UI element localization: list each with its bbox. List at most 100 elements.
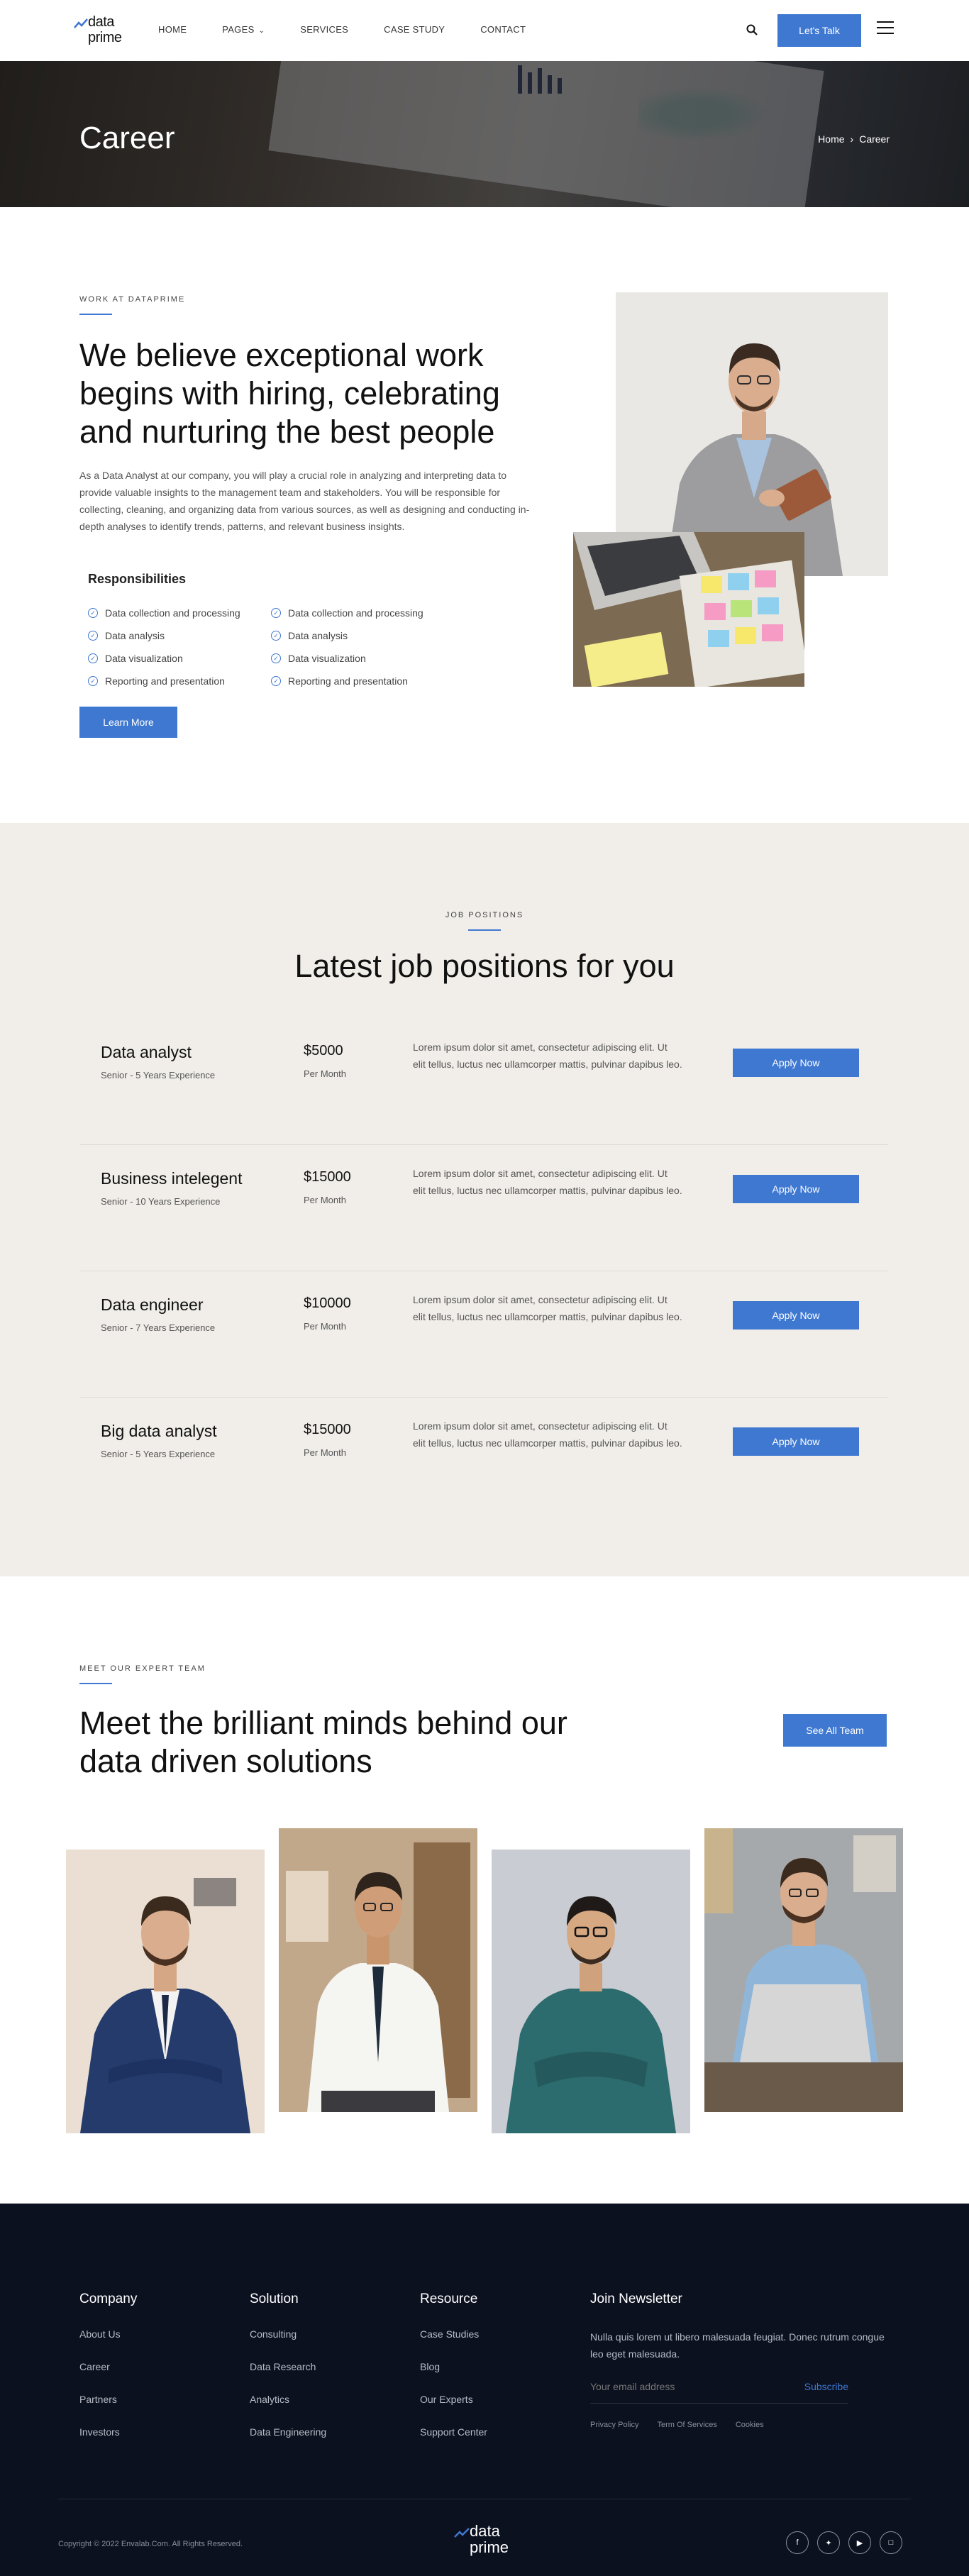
footer-solution-column: Solution Consulting Data Research Analyt… <box>250 2292 326 2459</box>
job-row: Data engineer Senior - 7 Years Experienc… <box>79 1271 888 1398</box>
job-description: Lorem ipsum dolor sit amet, consectetur … <box>413 1420 682 1449</box>
footer-company-column: Company About Us Career Partners Investo… <box>79 2292 137 2459</box>
footer-link[interactable]: About Us <box>79 2328 137 2340</box>
facebook-icon[interactable]: f <box>786 2531 809 2554</box>
footer-link[interactable]: Consulting <box>250 2328 326 2340</box>
twitter-icon[interactable]: ✦ <box>817 2531 840 2554</box>
job-salary-period: Per Month <box>304 1447 346 1458</box>
instagram-icon[interactable]: □ <box>880 2531 902 2554</box>
about-kicker: WORK AT DATAPRIME <box>79 295 185 315</box>
responsibilities-list-right: ✓ Data collection and processing ✓ Data an… <box>271 602 423 692</box>
list-item: ✓ Data analysis <box>88 624 240 647</box>
subscribe-button[interactable]: Subscribe <box>804 2381 848 2392</box>
list-item: ✓ Data visualization <box>271 647 423 670</box>
list-item-label: Data analysis <box>105 630 165 641</box>
apply-now-button[interactable]: Apply Now <box>733 1049 859 1077</box>
job-row: Business intelegent Senior - 10 Years Ex… <box>79 1145 888 1271</box>
footer-link[interactable]: Support Center <box>420 2426 487 2438</box>
jobs-heading: Latest job positions for you <box>294 948 675 984</box>
footer-link[interactable]: Our Experts <box>420 2394 487 2405</box>
footer-link[interactable]: Career <box>79 2361 137 2372</box>
nav-case-study[interactable]: CASE STUDY <box>384 24 445 35</box>
footer-link[interactable]: Blog <box>420 2361 487 2372</box>
job-description: Lorem ipsum dolor sit amet, consectetur … <box>413 1168 682 1196</box>
apply-now-button[interactable]: Apply Now <box>733 1427 859 1456</box>
footer-link[interactable]: Analytics <box>250 2394 326 2405</box>
search-icon[interactable] <box>746 24 758 35</box>
list-item-label: Data visualization <box>105 653 183 664</box>
footer-link[interactable]: Data Research <box>250 2361 326 2372</box>
logo-text-line2: prime <box>470 2538 509 2556</box>
list-item: ✓ Data collection and processing <box>271 602 423 624</box>
chevron-right-icon: › <box>850 133 854 145</box>
team-member-photo[interactable] <box>279 1828 477 2112</box>
job-title: Business intelegent <box>101 1169 243 1188</box>
check-circle-icon: ✓ <box>88 608 98 618</box>
team-member-photo[interactable] <box>704 1828 903 2112</box>
terms-link[interactable]: Term Of Services <box>657 2421 716 2429</box>
list-item: ✓ Reporting and presentation <box>271 670 423 692</box>
job-description: Lorem ipsum dolor sit amet, consectetur … <box>413 1041 682 1070</box>
job-salary: $5000 <box>304 1043 343 1058</box>
nav-services[interactable]: SERVICES <box>300 24 348 35</box>
about-paragraph: As a Data Analyst at our company, you wi… <box>79 470 530 532</box>
social-links: f ✦ ▶ □ <box>786 2531 902 2554</box>
policy-links: Privacy Policy Term Of Services Cookies <box>590 2421 764 2429</box>
nav-pages[interactable]: PAGES ⌄ <box>222 24 265 35</box>
hamburger-menu-icon[interactable] <box>877 21 894 35</box>
footer-link[interactable]: Case Studies <box>420 2328 487 2340</box>
newsletter-text: Nulla quis lorem ut libero malesuada feu… <box>590 2331 885 2360</box>
job-experience: Senior - 5 Years Experience <box>101 1449 216 1459</box>
list-item: ✓ Data visualization <box>88 647 240 670</box>
site-footer: Company About Us Career Partners Investo… <box>0 2204 969 2576</box>
privacy-policy-link[interactable]: Privacy Policy <box>590 2421 638 2429</box>
learn-more-button[interactable]: Learn More <box>79 707 177 738</box>
job-row: Data analyst Senior - 5 Years Experience… <box>79 1019 888 1145</box>
breadcrumb-home[interactable]: Home <box>818 133 844 145</box>
chevron-down-icon: ⌄ <box>258 27 265 35</box>
job-experience: Senior - 7 Years Experience <box>101 1322 216 1333</box>
job-row: Big data analyst Senior - 5 Years Experi… <box>79 1398 888 1524</box>
brand-logo[interactable]: data prime <box>74 14 131 47</box>
list-item: ✓ Data analysis <box>271 624 423 647</box>
footer-link[interactable]: Data Engineering <box>250 2426 326 2438</box>
check-circle-icon: ✓ <box>88 676 98 686</box>
footer-link[interactable]: Partners <box>79 2394 137 2405</box>
footer-logo[interactable]: data prime <box>454 2523 518 2558</box>
check-circle-icon: ✓ <box>88 653 98 663</box>
footer-column-title: Solution <box>250 2292 299 2306</box>
list-item-label: Data collection and processing <box>288 607 423 619</box>
footer-resource-column: Resource Case Studies Blog Our Experts S… <box>420 2292 487 2459</box>
list-item-label: Data collection and processing <box>105 607 240 619</box>
job-salary: $15000 <box>304 1422 351 1437</box>
lets-talk-button[interactable]: Let's Talk <box>777 14 861 47</box>
newsletter-column: Join Newsletter Nulla quis lorem ut libe… <box>590 2292 898 2448</box>
list-item-label: Reporting and presentation <box>105 675 225 687</box>
apply-now-button[interactable]: Apply Now <box>733 1301 859 1330</box>
job-description: Lorem ipsum dolor sit amet, consectetur … <box>413 1294 682 1322</box>
breadcrumb-current: Career <box>859 133 890 145</box>
apply-now-button[interactable]: Apply Now <box>733 1175 859 1203</box>
nav-contact[interactable]: CONTACT <box>480 24 526 35</box>
nav-home[interactable]: HOME <box>158 24 187 35</box>
newsletter-form: Subscribe <box>590 2375 848 2404</box>
job-title: Big data analyst <box>101 1422 217 1440</box>
list-item-label: Reporting and presentation <box>288 675 408 687</box>
footer-link[interactable]: Investors <box>79 2426 137 2438</box>
youtube-icon[interactable]: ▶ <box>848 2531 871 2554</box>
team-member-photo[interactable] <box>492 1850 690 2133</box>
logo-mark-icon <box>74 18 88 28</box>
email-input[interactable] <box>590 2381 768 2392</box>
team-member-photo[interactable] <box>66 1850 265 2133</box>
cookies-link[interactable]: Cookies <box>736 2421 764 2429</box>
footer-column-title: Resource <box>420 2292 478 2306</box>
kicker-underline <box>79 314 112 315</box>
jobs-kicker-text: JOB POSITIONS <box>445 911 524 919</box>
job-salary-period: Per Month <box>304 1195 346 1205</box>
logo-text-line1: data <box>470 2522 500 2540</box>
responsibilities-list-left: ✓ Data collection and processing ✓ Data an… <box>88 602 240 692</box>
see-all-team-button[interactable]: See All Team <box>783 1714 887 1747</box>
list-item-label: Data visualization <box>288 653 366 664</box>
list-item-label: Data analysis <box>288 630 348 641</box>
job-salary: $15000 <box>304 1169 351 1185</box>
